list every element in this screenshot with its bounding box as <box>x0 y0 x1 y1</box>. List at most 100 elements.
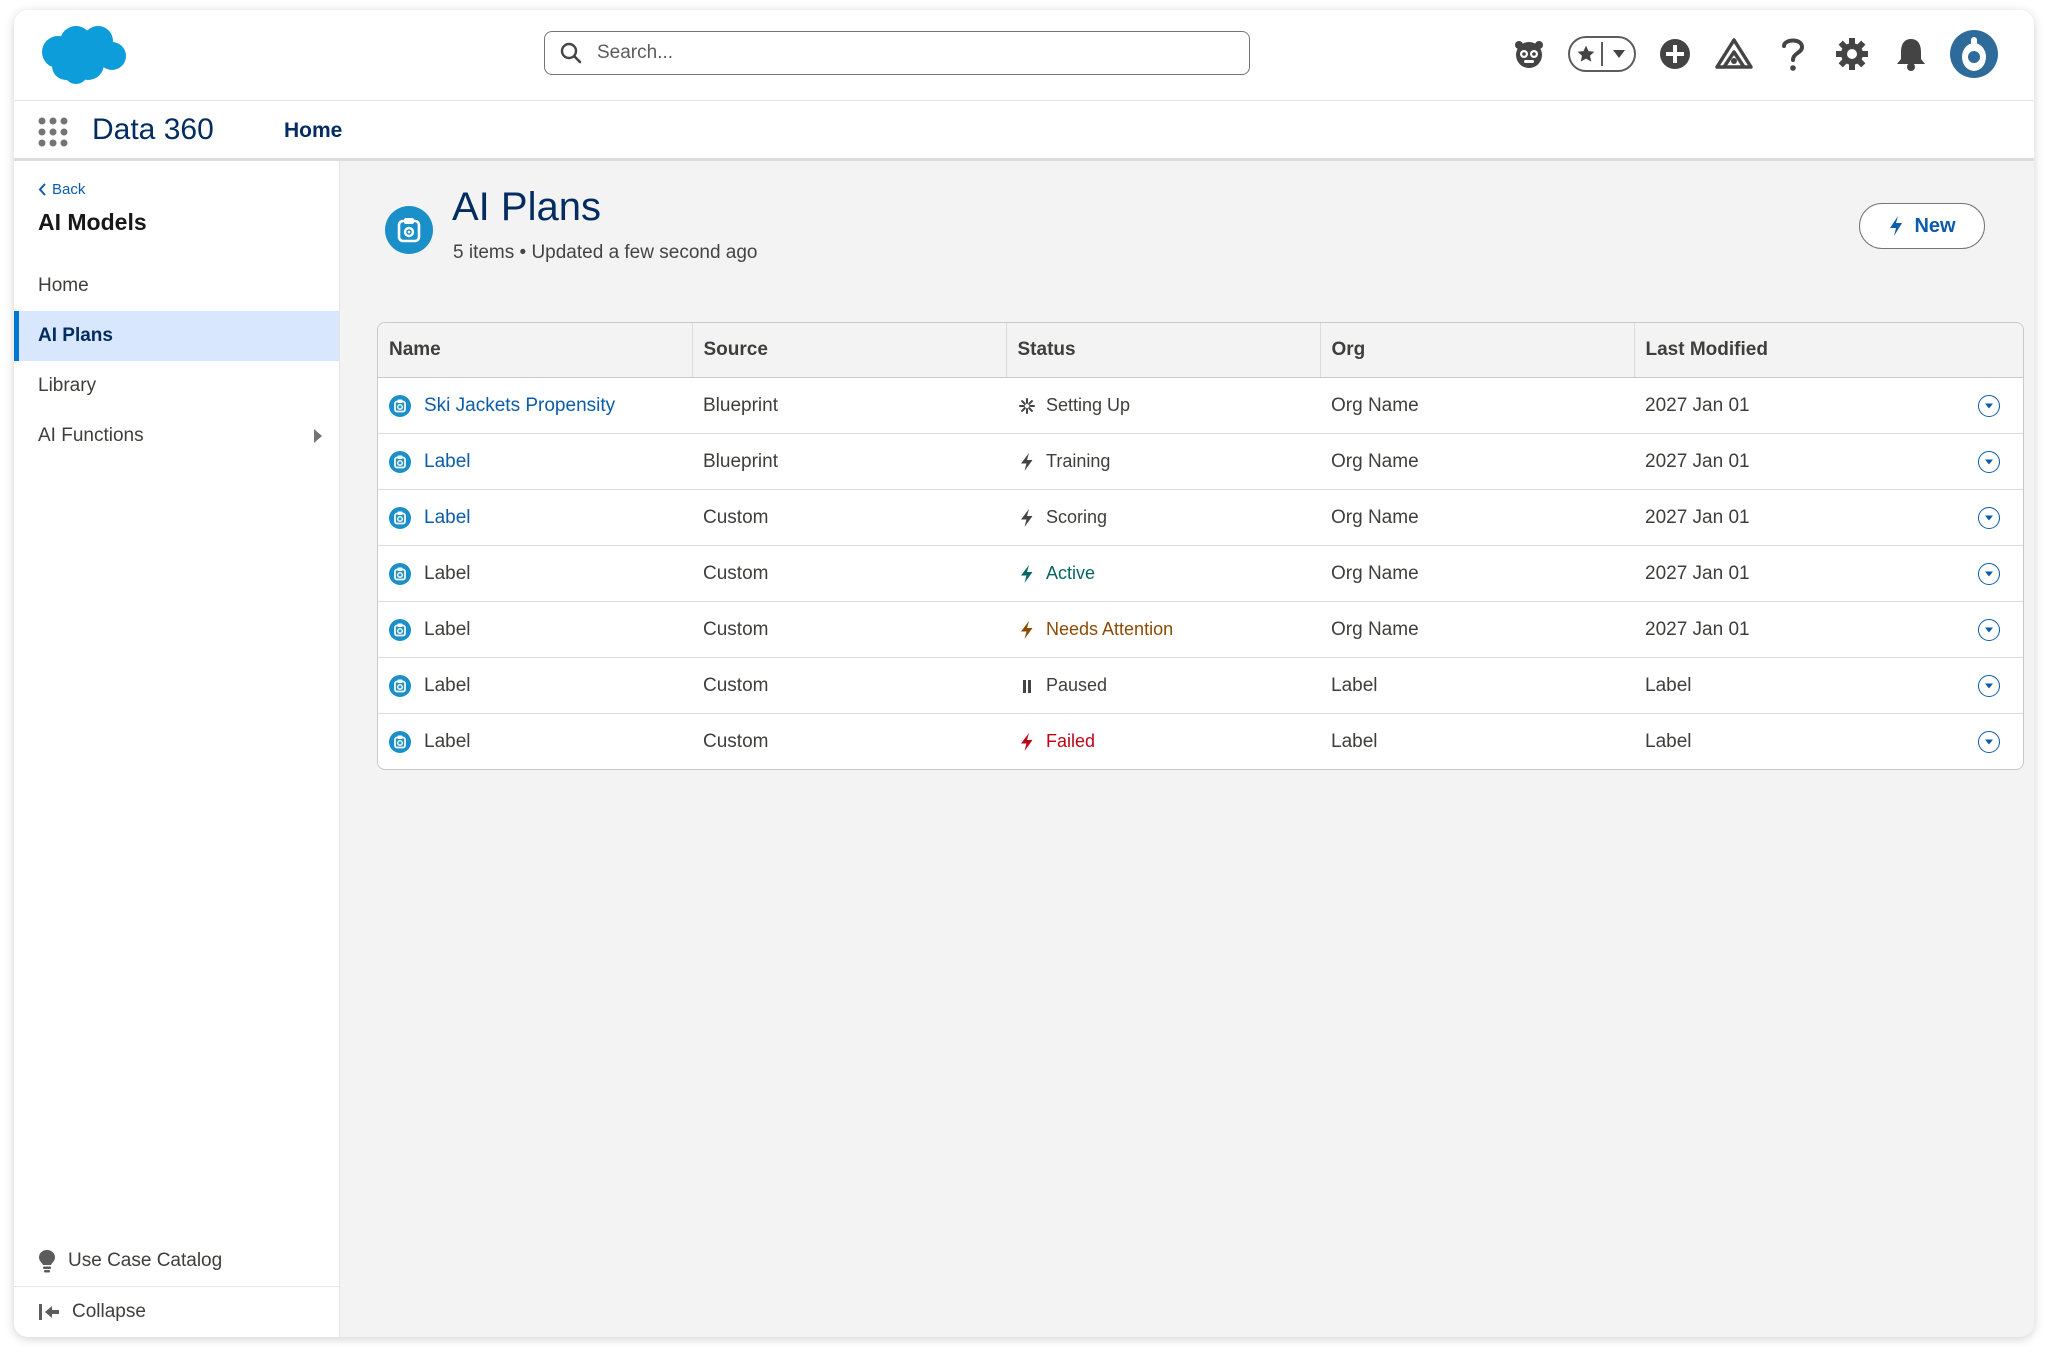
setup-gear-icon[interactable] <box>1832 34 1872 74</box>
table-row[interactable]: Label Custom Needs Attention Org Name 2027 J… <box>378 601 2023 658</box>
column-header-name[interactable]: Name <box>378 323 693 378</box>
status-badge: Failed <box>1017 731 1319 752</box>
record-name-text: Label <box>424 562 471 584</box>
cell-name: Label <box>378 545 692 602</box>
status-text: Setting Up <box>1046 395 1131 415</box>
chevron-right-icon[interactable] <box>313 428 323 444</box>
cell-status: Active <box>1006 545 1320 602</box>
sidebar-item-library[interactable]: Library <box>14 361 339 411</box>
record-name-link[interactable]: Label <box>424 451 471 473</box>
cell-org: Org Name <box>1320 433 1634 490</box>
last-modified-text: 2027 Jan 01 <box>1645 562 1750 584</box>
sidebar-item-home[interactable]: Home <box>14 261 339 311</box>
sidebar-item-ai-plans[interactable]: AI Plans <box>14 311 339 361</box>
row-actions-chevron-down-icon[interactable] <box>1978 506 2000 529</box>
bolt-icon <box>1017 564 1037 584</box>
new-button[interactable]: New <box>1859 203 1985 249</box>
last-modified-text: 2027 Jan 01 <box>1645 450 1750 472</box>
table-row[interactable]: Ski Jackets Propensity Blueprint Setting U… <box>378 377 2023 434</box>
last-modified-text: 2027 Jan 01 <box>1645 618 1750 640</box>
last-modified: Label <box>1645 730 2022 753</box>
help-icon[interactable] <box>1773 34 1813 74</box>
cell-source: Blueprint <box>692 433 1006 490</box>
last-modified-text: Label <box>1645 730 1692 752</box>
cell-last-modified: 2027 Jan 01 <box>1634 377 2023 434</box>
cell-org: Org Name <box>1320 489 1634 546</box>
table-row[interactable]: Label Custom Active Org Name 2027 Jan 01 <box>378 545 2023 602</box>
record-name: Label <box>389 618 691 641</box>
collapse-arrow-icon <box>39 1304 59 1320</box>
ai-plan-icon <box>389 730 411 753</box>
status-text: Active <box>1046 563 1096 583</box>
cell-last-modified: 2027 Jan 01 <box>1634 601 2023 658</box>
row-actions-chevron-down-icon[interactable] <box>1978 674 2000 697</box>
favorites-dropdown-icon[interactable] <box>1603 38 1634 70</box>
trailhead-icon[interactable] <box>1714 34 1754 74</box>
nav-item-home[interactable]: Home <box>284 119 342 143</box>
use-case-catalog-link[interactable]: Use Case Catalog <box>14 1236 339 1286</box>
record-name-link[interactable]: Ski Jackets Propensity <box>424 395 615 417</box>
cell-org: Org Name <box>1320 601 1634 658</box>
column-header-status[interactable]: Status <box>1006 323 1321 378</box>
back-label: Back <box>52 181 86 198</box>
row-actions-chevron-down-icon[interactable] <box>1978 394 2000 417</box>
status-badge: Setting Up <box>1017 395 1319 416</box>
last-modified: Label <box>1645 674 2022 697</box>
pause-icon <box>1017 676 1037 696</box>
status-text: Paused <box>1046 675 1108 695</box>
global-search[interactable] <box>544 31 1250 75</box>
record-name[interactable]: Label <box>389 450 691 473</box>
sidebar-nav: Home AI Plans Library AI Functions <box>14 261 339 461</box>
sidebar-item-label: AI Plans <box>38 325 113 346</box>
record-name-link[interactable]: Label <box>424 507 471 529</box>
status-badge: Training <box>1017 451 1319 472</box>
row-actions-chevron-down-icon[interactable] <box>1978 450 2000 473</box>
notifications-bell-icon[interactable] <box>1891 34 1931 74</box>
ai-plan-icon <box>389 394 411 417</box>
user-avatar[interactable] <box>1950 30 1998 78</box>
last-modified-text: Label <box>1645 674 1692 696</box>
sidebar-item-ai-functions[interactable]: AI Functions <box>14 411 339 461</box>
cell-last-modified: 2027 Jan 01 <box>1634 433 2023 490</box>
bolt-icon <box>1017 620 1037 640</box>
cell-source: Custom <box>692 545 1006 602</box>
record-name: Label <box>389 562 691 585</box>
back-link[interactable]: Back <box>38 181 85 198</box>
spinner-icon <box>1017 396 1037 416</box>
favorites-group <box>1568 36 1636 72</box>
row-actions-chevron-down-icon[interactable] <box>1978 562 2000 585</box>
table-row[interactable]: Label Custom Failed Label Label <box>378 714 2023 770</box>
sidebar-item-label: AI Functions <box>38 425 144 446</box>
table-row[interactable]: Label Blueprint Training Org Name 2027 Jan 0… <box>378 433 2023 490</box>
ai-plan-icon <box>389 618 411 641</box>
status-badge: Scoring <box>1017 507 1319 528</box>
search-input[interactable] <box>595 41 1199 65</box>
app-launcher-icon[interactable] <box>38 117 68 147</box>
global-header <box>14 10 2034 101</box>
row-actions-chevron-down-icon[interactable] <box>1978 618 2000 641</box>
last-modified: 2027 Jan 01 <box>1645 562 2022 585</box>
collapse-button[interactable]: Collapse <box>14 1287 339 1337</box>
salesforce-logo[interactable] <box>36 22 132 86</box>
record-name[interactable]: Ski Jackets Propensity <box>389 394 691 417</box>
status-badge: Paused <box>1017 675 1319 696</box>
column-header-org[interactable]: Org <box>1320 323 1635 378</box>
column-header-source[interactable]: Source <box>692 323 1007 378</box>
status-badge: Needs Attention <box>1017 619 1319 640</box>
column-header-last-modified[interactable]: Last Modified <box>1634 323 2023 378</box>
ai-plan-icon <box>389 506 411 529</box>
status-text: Training <box>1046 451 1111 471</box>
table-row[interactable]: Label Custom Scoring Org Name 2027 Jan 01 <box>378 489 2023 546</box>
cell-source: Custom <box>692 601 1006 658</box>
table-row[interactable]: Label Custom Paused Label Label <box>378 657 2023 714</box>
global-add-icon[interactable] <box>1655 34 1695 74</box>
table-header-row: Name Source Status Org Last Modified <box>378 323 2023 378</box>
app-window: Data 360 Home Back AI Models Home AI Pla… <box>14 10 2034 1337</box>
einstein-icon[interactable] <box>1509 34 1549 74</box>
record-name[interactable]: Label <box>389 506 691 529</box>
lightbulb-icon <box>39 1250 55 1273</box>
row-actions-chevron-down-icon[interactable] <box>1978 730 2000 753</box>
last-modified-text: 2027 Jan 01 <box>1645 506 1750 528</box>
bolt-icon <box>1017 732 1037 752</box>
favorites-star-icon[interactable] <box>1570 38 1601 70</box>
